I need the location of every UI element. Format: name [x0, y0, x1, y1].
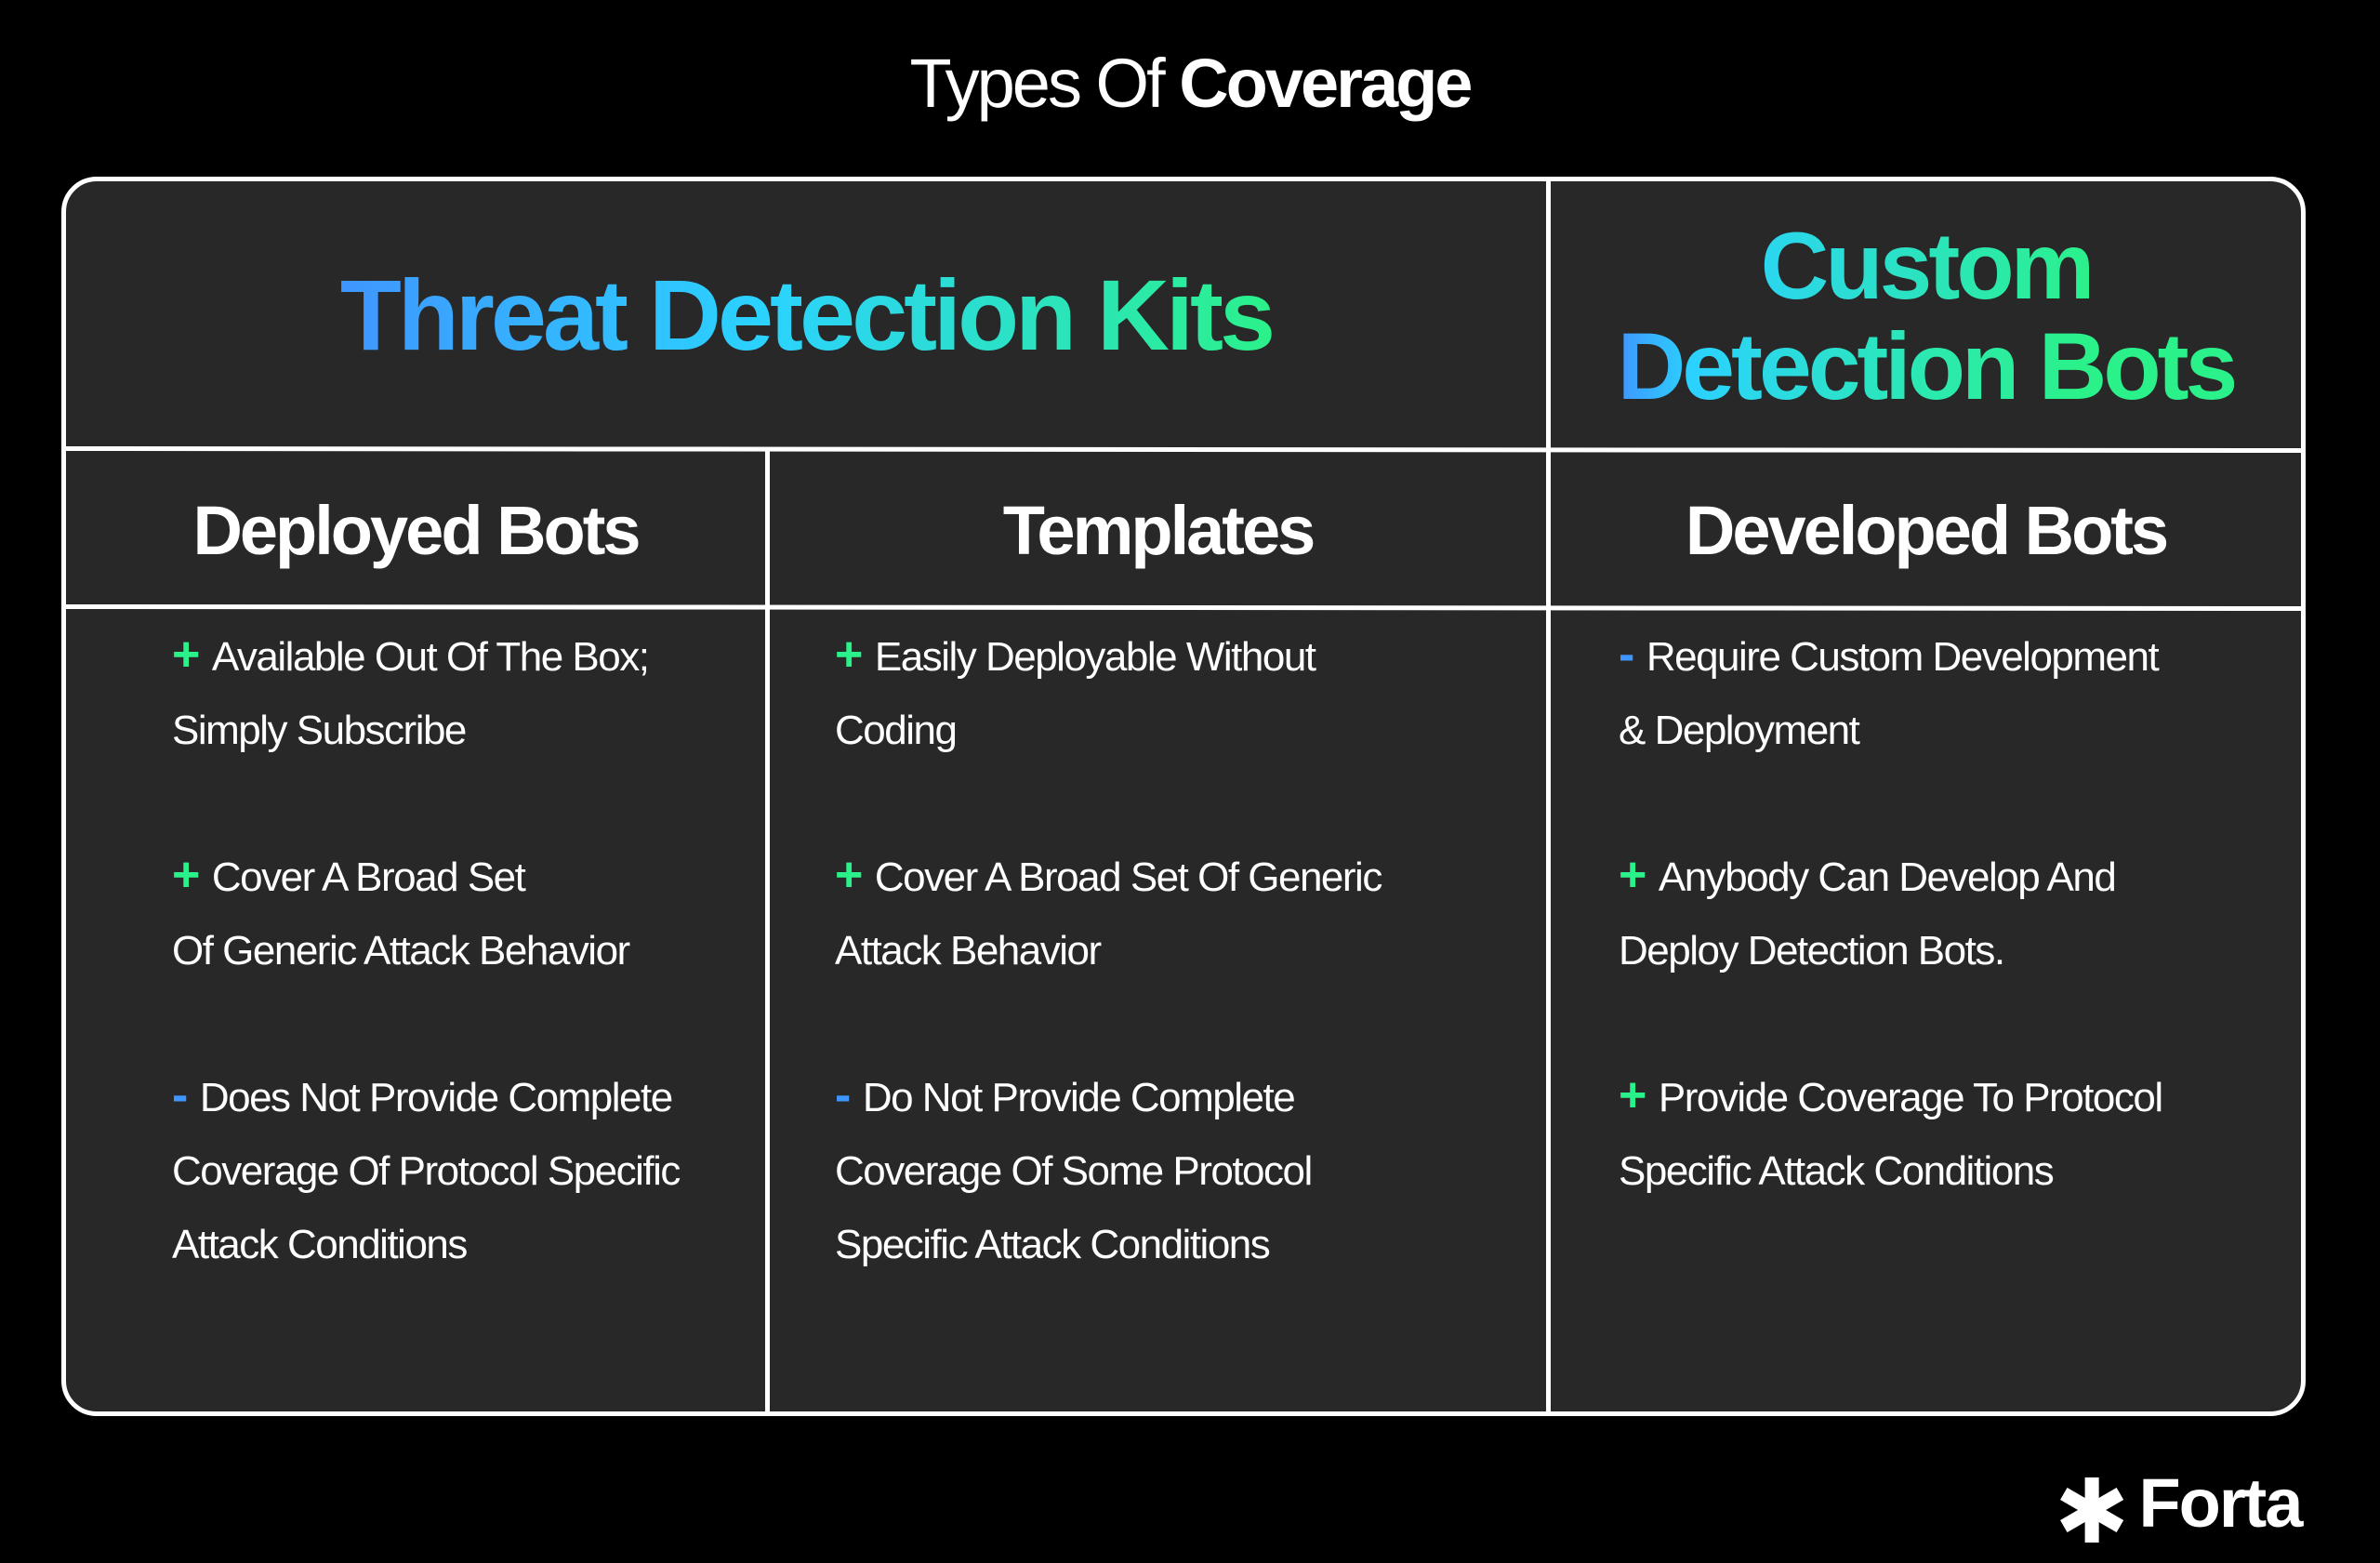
list-item-line: - Do Not Provide Complete: [835, 1059, 1312, 1134]
subheader-developed-bots: Developed Bots: [1685, 491, 2169, 569]
threat-detection-kits-title: Threat Detection Kits: [339, 258, 1276, 371]
subheader-deployed-bots: Deployed Bots: [192, 491, 641, 569]
subheader-row-divider: [66, 603, 2301, 612]
list-item-line: Simply Subscribe: [172, 694, 648, 767]
custom-detection-bots-header: Custom Detection Bots: [1551, 181, 2301, 451]
list-item-text: Coverage Of Protocol Specific: [172, 1148, 681, 1194]
plus-icon: +: [172, 628, 200, 682]
list-item: - Require Custom Development & Deployment: [1619, 618, 2160, 767]
list-item: + Easily Deployable Without Coding: [835, 618, 1316, 767]
list-item-line: Specific Attack Conditions: [1619, 1134, 2162, 1208]
list-item-text: Provide Coverage To Protocol: [1658, 1075, 2163, 1120]
subheader-templates: Templates: [1002, 491, 1316, 569]
list-item-line: + Easily Deployable Without: [835, 618, 1316, 694]
list-item-line: + Provide Coverage To Protocol: [1619, 1059, 2163, 1134]
list-item-text: Deploy Detection Bots.: [1619, 928, 2005, 974]
list-item-text: Available Out Of The Box;: [211, 634, 650, 680]
page-title: Types Of Coverage: [0, 39, 2380, 128]
list-item-line: Attack Behavior: [835, 914, 1382, 987]
list-item: - Does Not Provide Complete Coverage Of Pr…: [172, 1059, 681, 1281]
list-item-line: Deploy Detection Bots.: [1619, 914, 2115, 987]
asterisk-star-icon: ✱: [2055, 1463, 2129, 1562]
list-item-text: Coverage Of Some Protocol: [835, 1148, 1313, 1194]
list-item: + Anybody Can Develop And Deploy Detection…: [1619, 839, 2117, 987]
coverage-table: Threat Detection Kits Custom Detection B…: [61, 177, 2306, 1416]
list-item-text: Cover A Broad Set: [211, 854, 526, 900]
list-item-line: - Require Custom Development: [1619, 618, 2160, 694]
list-item-text: Require Custom Development: [1646, 634, 2160, 680]
list-item-text: Easily Deployable Without: [874, 634, 1316, 680]
forta-logo: ✱ Forta: [2055, 1460, 2303, 1562]
custom-detection-bots-title-line1: Custom: [1760, 213, 2096, 319]
list-item-text: Anybody Can Develop And: [1658, 854, 2117, 900]
custom-detection-bots-title-line2: Detection Bots: [1617, 313, 2239, 419]
list-item-text: & Deployment: [1619, 708, 1860, 753]
list-item-line: Coding: [835, 694, 1316, 767]
list-item-line: Of Generic Attack Behavior: [172, 914, 630, 987]
list-item-line: + Anybody Can Develop And: [1619, 839, 2117, 914]
list-item-text: Specific Attack Conditions: [835, 1222, 1271, 1267]
list-item-line: - Does Not Provide Complete: [172, 1059, 680, 1134]
list-item: + Cover A Broad Set Of Generic Attack Beha…: [172, 839, 630, 987]
minus-icon: -: [172, 1068, 188, 1122]
list-item-line: Specific Attack Conditions: [835, 1208, 1312, 1281]
list-item-line: + Cover A Broad Set Of Generic: [835, 839, 1382, 914]
list-item: + Provide Coverage To Protocol Specific At…: [1619, 1059, 2163, 1208]
list-item-line: + Cover A Broad Set: [172, 839, 629, 914]
list-item-text: Attack Behavior: [835, 928, 1102, 974]
list-item-line: + Available Out Of The Box;: [172, 618, 650, 694]
page-title-light: Types Of: [909, 45, 1180, 122]
list-item: + Available Out Of The Box; Simply Subscri…: [172, 618, 650, 767]
list-item-line: Attack Conditions: [172, 1208, 680, 1281]
list-item-text: Simply Subscribe: [172, 708, 467, 753]
list-item: - Do Not Provide Complete Coverage Of Some…: [835, 1059, 1313, 1281]
list-item-line: Coverage Of Some Protocol: [835, 1134, 1313, 1208]
minus-icon: -: [1619, 628, 1634, 682]
threat-detection-kits-header: Threat Detection Kits: [66, 181, 1546, 449]
list-item: + Cover A Broad Set Of Generic Attack Beha…: [835, 839, 1382, 987]
list-item-text: Do Not Provide Complete: [862, 1075, 1296, 1120]
plus-icon: +: [835, 628, 863, 682]
list-item-text: Coding: [835, 708, 958, 753]
list-item-text: Specific Attack Conditions: [1619, 1148, 2055, 1194]
list-item-text: Attack Conditions: [172, 1222, 468, 1267]
plus-icon: +: [835, 848, 863, 902]
list-item-line: Coverage Of Protocol Specific: [172, 1134, 681, 1208]
forta-logo-text: Forta: [2138, 1464, 2303, 1542]
plus-icon: +: [1619, 848, 1646, 902]
list-item-text: Of Generic Attack Behavior: [172, 928, 630, 974]
list-item-text: Does Not Provide Complete: [199, 1075, 673, 1120]
minus-icon: -: [835, 1068, 851, 1122]
list-item-text: Cover A Broad Set Of Generic: [874, 854, 1382, 900]
plus-icon: +: [172, 848, 200, 902]
list-item-line: & Deployment: [1619, 694, 2158, 767]
page-title-bold: Coverage: [1179, 45, 1473, 122]
plus-icon: +: [1619, 1068, 1646, 1122]
